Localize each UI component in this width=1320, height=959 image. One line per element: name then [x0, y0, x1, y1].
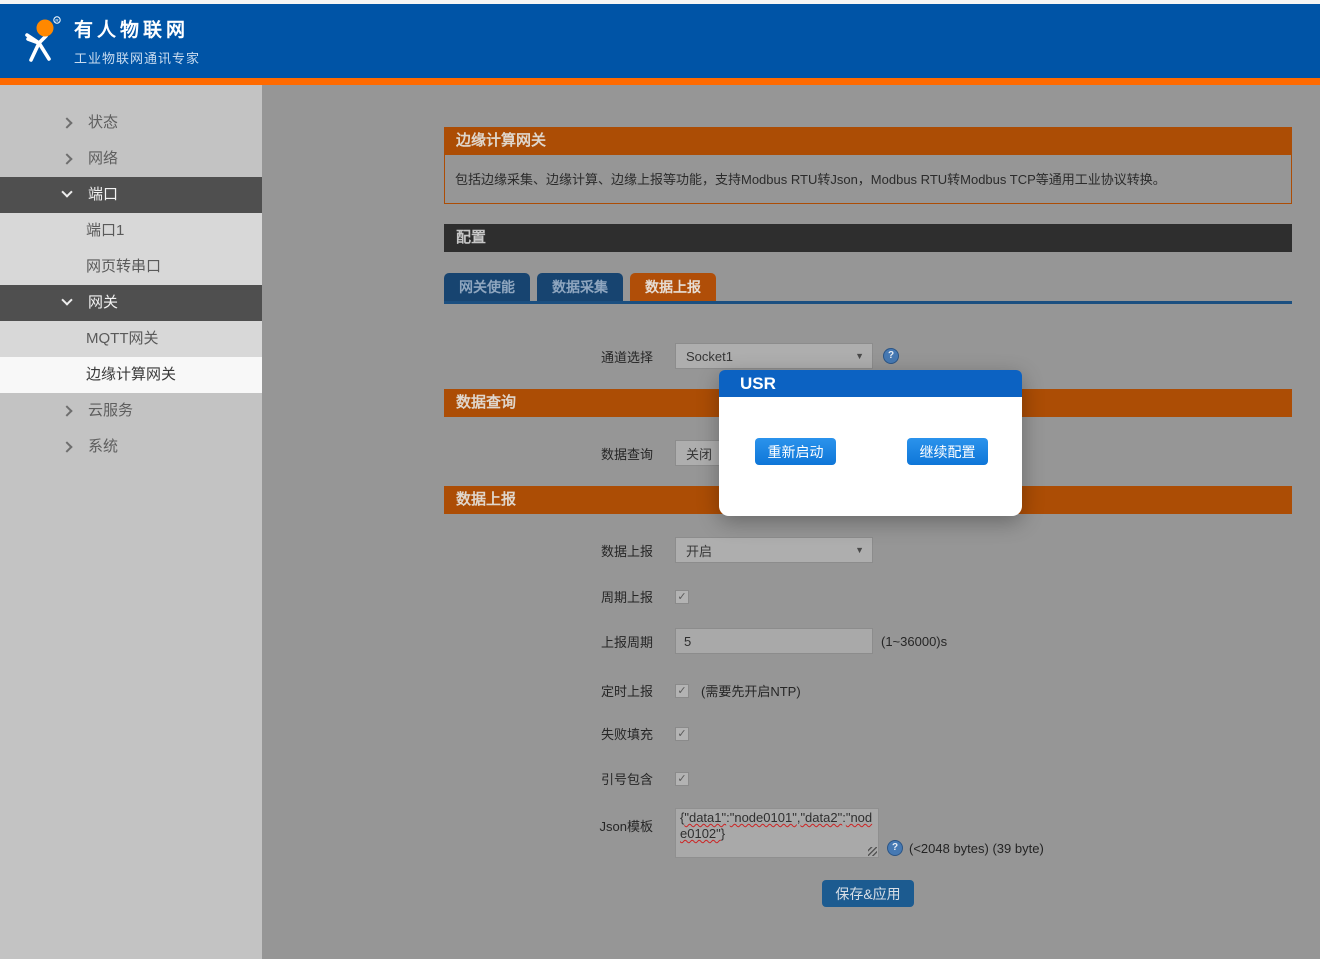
brand-name: 有人物联网	[74, 15, 200, 42]
dialog-body: 重新启动 继续配置	[719, 397, 1022, 516]
sidebar-item-label: 端口	[88, 186, 118, 203]
brand-block: 有人物联网 工业物联网通讯专家	[74, 15, 200, 67]
report-period-input[interactable]	[675, 628, 873, 654]
sidebar-item-mqtt-gateway[interactable]: MQTT网关	[0, 321, 262, 357]
chevron-down-icon	[61, 186, 72, 197]
sidebar-item-cloud[interactable]: 云服务	[0, 393, 262, 429]
tab-data-report[interactable]: 数据上报	[630, 273, 716, 301]
page-description: 包括边缘采集、边缘计算、边缘上报等功能，支持Modbus RTU转Json，Mo…	[444, 155, 1292, 204]
help-icon[interactable]: ?	[883, 348, 899, 364]
failure-padding-checkbox[interactable]: ✓	[675, 727, 689, 741]
sidebar: 状态 网络 端口 端口1 网页转串口 网关 MQTT网关 边缘计算网关 云服务 …	[0, 85, 262, 959]
tab-underline	[444, 301, 1292, 304]
sidebar-item-system[interactable]: 系统	[0, 429, 262, 465]
app-header: R 有人物联网 工业物联网通讯专家	[0, 4, 1320, 78]
data-report-label: 数据上报	[444, 541, 653, 560]
json-byte-counter: (<2048 bytes) (39 byte)	[909, 841, 1044, 856]
quote-include-checkbox[interactable]: ✓	[675, 772, 689, 786]
config-section-title: 配置	[444, 224, 1292, 252]
channel-select[interactable]: Socket1 ▼	[675, 343, 873, 369]
data-query-label: 数据查询	[444, 444, 653, 463]
json-template-side: ? (<2048 bytes) (39 byte)	[887, 840, 1044, 858]
channel-select-row: 通道选择 Socket1 ▼ ?	[444, 343, 1292, 369]
data-report-row: 数据上报 开启 ▼	[444, 537, 1292, 563]
json-template-content: {"data1":"node0101","data2":"node0102"}	[680, 810, 872, 841]
quote-include-row: 引号包含 ✓	[444, 769, 1292, 788]
brand-tagline: 工业物联网通讯专家	[74, 48, 200, 67]
chevron-right-icon	[61, 405, 72, 416]
dialog-title: USR	[719, 370, 1022, 397]
chevron-right-icon	[61, 441, 72, 452]
sidebar-item-label: 网页转串口	[86, 258, 161, 275]
sidebar-item-port1[interactable]: 端口1	[0, 213, 262, 249]
save-apply-button[interactable]: 保存&应用	[822, 880, 914, 907]
help-icon[interactable]: ?	[887, 840, 903, 856]
report-period-row: 上报周期 (1~36000)s	[444, 628, 1292, 654]
resize-grip-icon[interactable]	[868, 847, 877, 856]
timed-report-row: 定时上报 ✓ (需要先开启NTP)	[444, 681, 1292, 700]
sidebar-item-label: 网关	[88, 294, 118, 311]
main-content: 边缘计算网关 包括边缘采集、边缘计算、边缘上报等功能，支持Modbus RTU转…	[262, 85, 1320, 959]
header-accent-stripe	[0, 78, 1320, 85]
json-template-label: Json模板	[444, 808, 653, 835]
channel-select-value: Socket1	[686, 349, 733, 364]
report-period-label: 上报周期	[444, 632, 653, 651]
timed-report-label: 定时上报	[444, 681, 653, 700]
channel-select-label: 通道选择	[444, 347, 653, 366]
continue-config-button[interactable]: 继续配置	[907, 438, 988, 465]
periodic-report-checkbox[interactable]: ✓	[675, 590, 689, 604]
chevron-right-icon	[61, 117, 72, 128]
sidebar-item-label: 端口1	[86, 222, 124, 239]
sidebar-item-edge-gateway[interactable]: 边缘计算网关	[0, 357, 262, 393]
restart-button[interactable]: 重新启动	[755, 438, 836, 465]
save-row: 保存&应用	[444, 880, 1292, 907]
sidebar-item-label: 状态	[88, 114, 118, 131]
data-report-select[interactable]: 开启 ▼	[675, 537, 873, 563]
sidebar-item-status[interactable]: 状态	[0, 105, 262, 141]
sidebar-item-network[interactable]: 网络	[0, 141, 262, 177]
periodic-report-row: 周期上报 ✓	[444, 587, 1292, 606]
chevron-down-icon	[61, 294, 72, 305]
page-title: 边缘计算网关	[444, 127, 1292, 155]
data-query-value: 关闭	[686, 444, 712, 463]
sidebar-item-label: 网络	[88, 150, 118, 167]
tab-bar: 网关使能 数据采集 数据上报	[444, 273, 1292, 301]
page: R 有人物联网 工业物联网通讯专家 状态 网络 端口 端口1 网页转串口 网关 …	[0, 0, 1320, 959]
dropdown-arrow-icon: ▼	[855, 545, 864, 555]
sidebar-item-label: 系统	[88, 438, 118, 455]
dialog: USR 重新启动 继续配置	[719, 370, 1022, 516]
usr-logo-icon: R	[16, 15, 62, 67]
sidebar-item-port[interactable]: 端口	[0, 177, 262, 213]
sidebar-item-web-to-serial[interactable]: 网页转串口	[0, 249, 262, 285]
json-template-row: Json模板 {"data1":"node0101","data2":"node…	[444, 808, 1292, 858]
tab-gateway-enable[interactable]: 网关使能	[444, 273, 530, 301]
chevron-right-icon	[61, 153, 72, 164]
failure-padding-row: 失败填充 ✓	[444, 724, 1292, 743]
tab-data-collect[interactable]: 数据采集	[537, 273, 623, 301]
report-period-hint: (1~36000)s	[881, 634, 947, 649]
failure-padding-label: 失败填充	[444, 724, 653, 743]
sidebar-item-label: MQTT网关	[86, 330, 159, 347]
timed-report-hint: (需要先开启NTP)	[701, 681, 801, 700]
periodic-report-label: 周期上报	[444, 587, 653, 606]
dropdown-arrow-icon: ▼	[855, 351, 864, 361]
sidebar-item-gateway[interactable]: 网关	[0, 285, 262, 321]
json-template-textarea[interactable]: {"data1":"node0101","data2":"node0102"}	[675, 808, 879, 858]
quote-include-label: 引号包含	[444, 769, 653, 788]
sidebar-item-label: 云服务	[88, 402, 133, 419]
timed-report-checkbox[interactable]: ✓	[675, 684, 689, 698]
sidebar-item-label: 边缘计算网关	[86, 366, 176, 383]
data-report-value: 开启	[686, 541, 712, 560]
